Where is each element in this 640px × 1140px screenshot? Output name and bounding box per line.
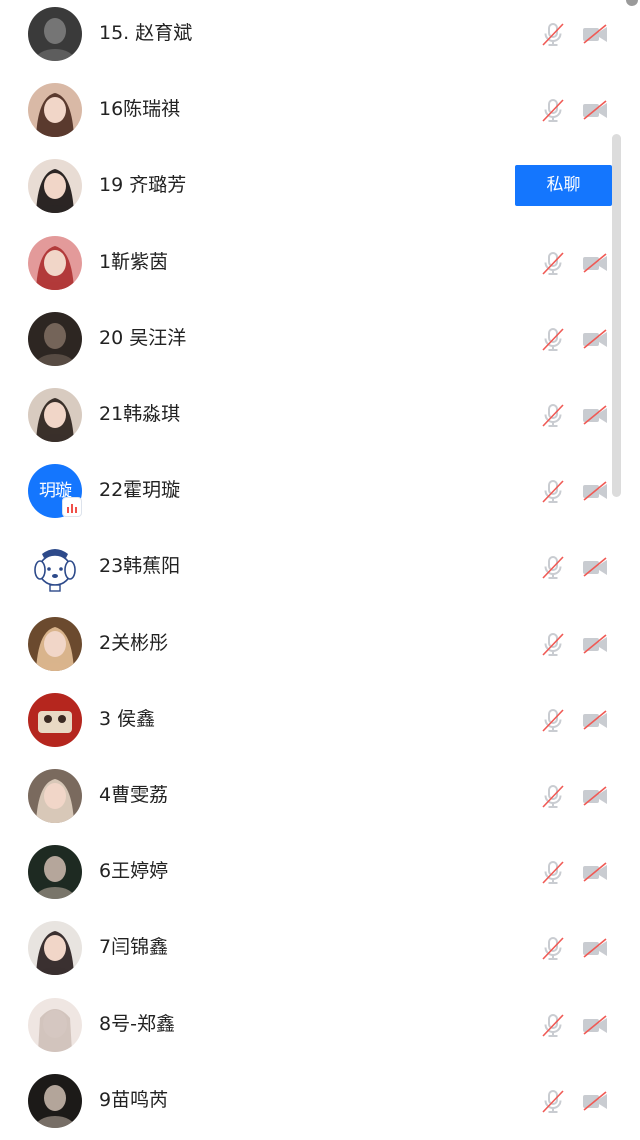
member-name: 1靳紫茵 xyxy=(99,251,169,273)
member-row[interactable]: 4曹雯荔 xyxy=(0,757,640,833)
mic-muted-icon[interactable] xyxy=(540,97,566,123)
member-name: 2关彬彤 xyxy=(99,632,169,654)
member-row[interactable]: 15. 赵育斌 xyxy=(0,0,640,71)
member-row[interactable]: 1靳紫茵 xyxy=(0,224,640,300)
camera-off-icon[interactable] xyxy=(580,328,610,350)
avatar xyxy=(28,693,82,747)
camera-off-icon[interactable] xyxy=(580,1014,610,1036)
avatar xyxy=(28,7,82,61)
mic-muted-icon[interactable] xyxy=(540,935,566,961)
camera-off-icon[interactable] xyxy=(580,937,610,959)
member-name: 7闫锦鑫 xyxy=(99,936,169,958)
speaking-indicator-icon xyxy=(62,497,82,517)
avatar xyxy=(28,236,82,290)
camera-off-icon[interactable] xyxy=(580,1090,610,1112)
member-name: 8号-郑鑫 xyxy=(99,1013,175,1035)
member-row[interactable]: 9苗鸣芮 xyxy=(0,1062,640,1138)
camera-off-icon[interactable] xyxy=(580,633,610,655)
camera-off-icon[interactable] xyxy=(580,252,610,274)
mic-muted-icon[interactable] xyxy=(540,783,566,809)
member-name: 23韩蕉阳 xyxy=(99,555,181,577)
avatar xyxy=(28,388,82,442)
mic-muted-icon[interactable] xyxy=(540,326,566,352)
member-name: 6王婷婷 xyxy=(99,860,169,882)
camera-off-icon[interactable] xyxy=(580,23,610,45)
member-name: 21韩淼琪 xyxy=(99,403,181,425)
member-row[interactable]: 2关彬彤 xyxy=(0,605,640,681)
member-name: 20 吴汪洋 xyxy=(99,327,187,349)
member-row[interactable]: 3 侯鑫 xyxy=(0,681,640,757)
avatar xyxy=(28,312,82,366)
camera-off-icon[interactable] xyxy=(580,709,610,731)
mic-muted-icon[interactable] xyxy=(540,859,566,885)
camera-off-icon[interactable] xyxy=(580,861,610,883)
member-row[interactable]: 20 吴汪洋 xyxy=(0,300,640,376)
avatar xyxy=(28,159,82,213)
member-name: 9苗鸣芮 xyxy=(99,1089,169,1111)
member-row[interactable]: 7闫锦鑫 xyxy=(0,909,640,985)
member-name: 15. 赵育斌 xyxy=(99,22,193,44)
mic-muted-icon[interactable] xyxy=(540,1012,566,1038)
private-chat-button[interactable]: 私聊 xyxy=(515,165,612,206)
mic-muted-icon[interactable] xyxy=(540,631,566,657)
member-row[interactable]: 8号-郑鑫 xyxy=(0,986,640,1062)
member-row[interactable]: 19 齐璐芳 私聊 xyxy=(0,147,640,223)
camera-off-icon[interactable] xyxy=(580,404,610,426)
camera-off-icon[interactable] xyxy=(580,556,610,578)
camera-off-icon[interactable] xyxy=(580,99,610,121)
member-row[interactable]: 21韩淼琪 xyxy=(0,376,640,452)
member-name: 3 侯鑫 xyxy=(99,708,156,730)
avatar xyxy=(28,83,82,137)
member-name: 4曹雯荔 xyxy=(99,784,169,806)
avatar xyxy=(28,845,82,899)
avatar xyxy=(28,769,82,823)
avatar xyxy=(28,540,82,594)
member-name: 22霍玥璇 xyxy=(99,479,181,501)
avatar xyxy=(28,617,82,671)
avatar xyxy=(28,921,82,975)
mic-muted-icon[interactable] xyxy=(540,1088,566,1114)
mic-muted-icon[interactable] xyxy=(540,21,566,47)
member-name: 19 齐璐芳 xyxy=(99,174,187,196)
member-row[interactable]: 23韩蕉阳 xyxy=(0,528,640,604)
scrollbar[interactable] xyxy=(612,134,621,497)
mic-muted-icon[interactable] xyxy=(540,707,566,733)
member-name: 16陈瑞祺 xyxy=(99,98,181,120)
mic-muted-icon[interactable] xyxy=(540,402,566,428)
member-row[interactable]: 6王婷婷 xyxy=(0,833,640,909)
mic-muted-icon[interactable] xyxy=(540,478,566,504)
avatar xyxy=(28,998,82,1052)
camera-off-icon[interactable] xyxy=(580,480,610,502)
avatar xyxy=(28,1074,82,1128)
mic-muted-icon[interactable] xyxy=(540,250,566,276)
member-row[interactable]: 玥璇 22霍玥璇 xyxy=(0,452,640,528)
member-row[interactable]: 16陈瑞祺 xyxy=(0,71,640,147)
camera-off-icon[interactable] xyxy=(580,785,610,807)
mic-muted-icon[interactable] xyxy=(540,554,566,580)
